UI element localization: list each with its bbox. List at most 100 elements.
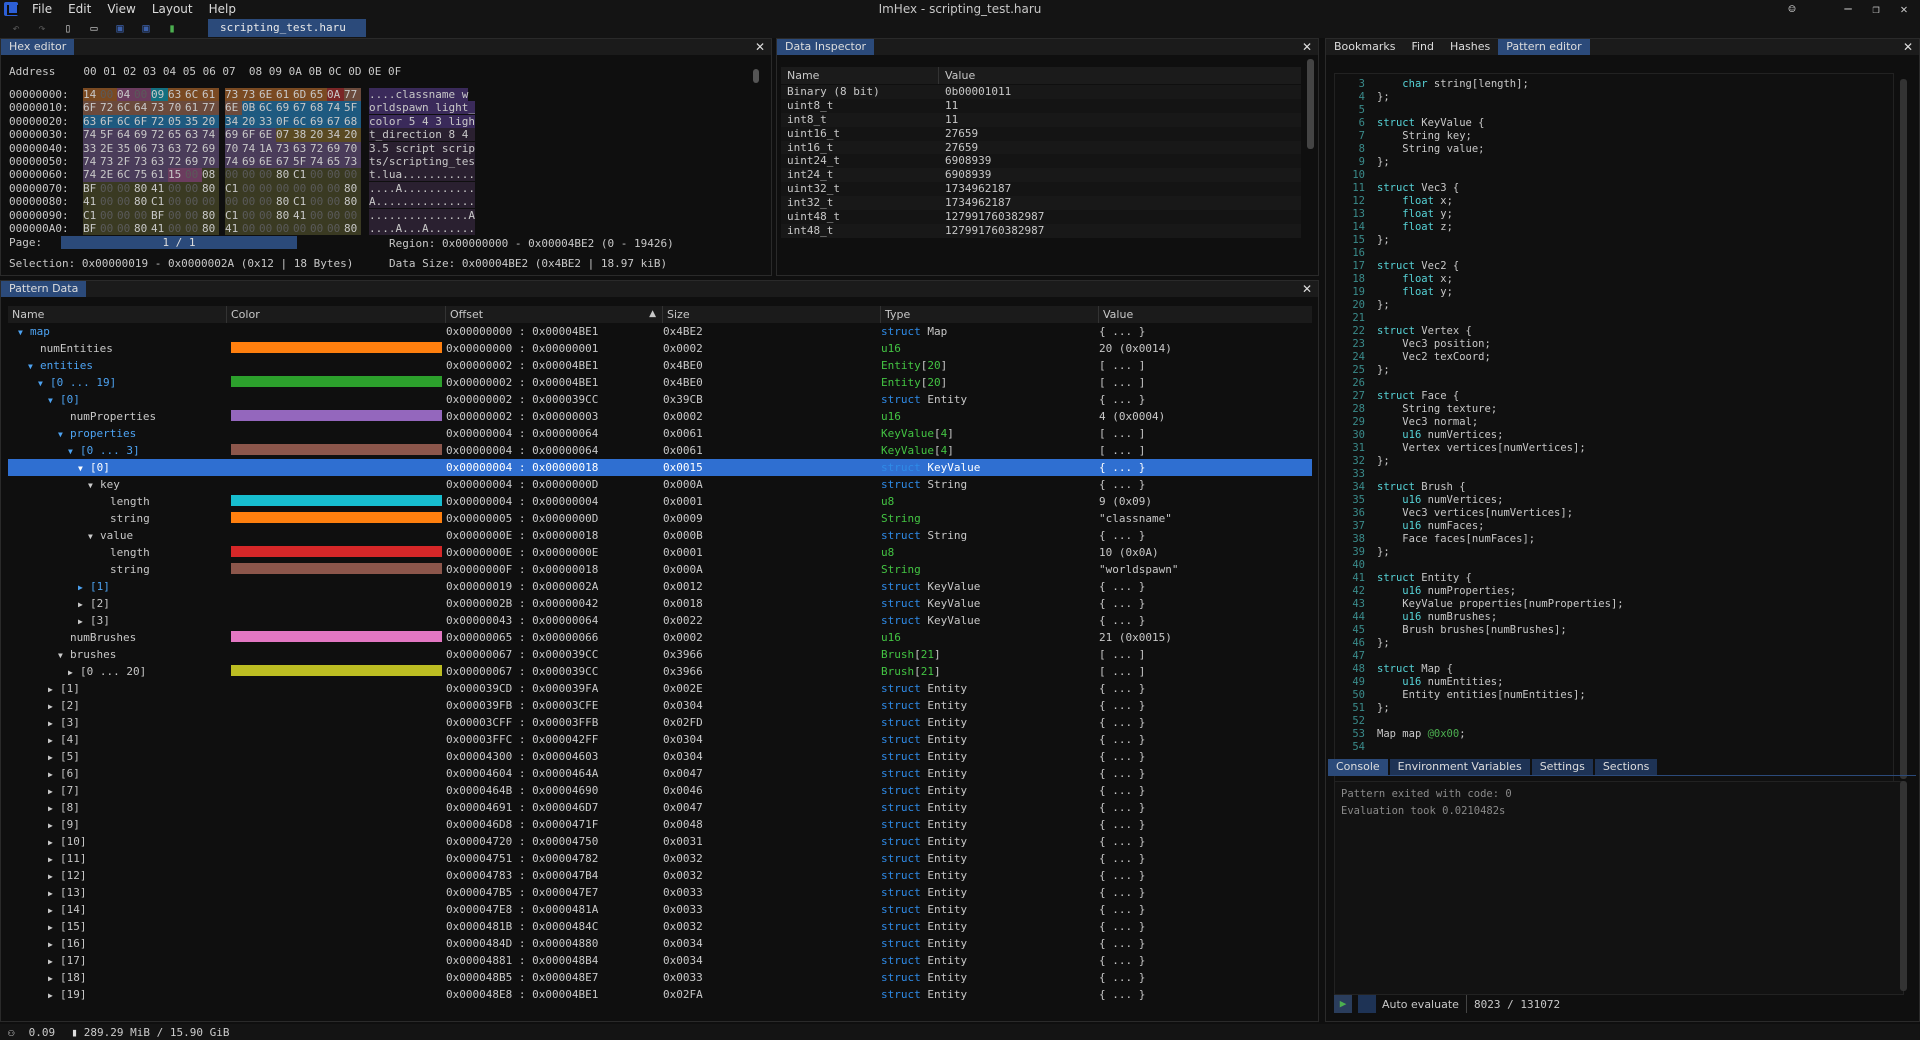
hex-row[interactable]: 00000000: 14 00 04 00 09 63 6C 61 73 73 6E 61 6D 65 0A 7… [9, 88, 475, 102]
hex-byte[interactable]: 41 [151, 181, 168, 196]
pattern-row[interactable]: ▶ [4] 0x00003FFC : 0x000042FF 0x0304 struct … [8, 731, 1312, 748]
tab-pattern-data[interactable]: Pattern Data [1, 281, 87, 297]
hex-byte[interactable]: 61 [276, 88, 293, 102]
tab-pattern-editor[interactable]: Pattern editor [1498, 39, 1590, 55]
hex-byte[interactable]: 80 [344, 221, 361, 236]
hex-byte[interactable]: 6F [100, 114, 117, 129]
chevron-right-icon[interactable]: ▶ [48, 970, 60, 986]
code-line[interactable]: 52 [1335, 715, 1893, 728]
column-offset[interactable]: Offset ▲ [446, 306, 663, 323]
hex-byte[interactable]: 00 [344, 168, 361, 182]
tab-find[interactable]: Find [1403, 39, 1442, 55]
hex-ascii[interactable]: color 5 4 3 ligh [369, 114, 475, 128]
inspector-row[interactable]: uint48_t 127991760382987 [781, 210, 1301, 224]
pattern-row[interactable]: ▼ [0] 0x00000002 : 0x000039CC 0x39CB struct … [8, 391, 1312, 408]
code-line[interactable]: 10 [1335, 169, 1893, 182]
hex-byte[interactable]: 69 [202, 141, 219, 155]
hex-byte[interactable]: 0B [242, 101, 259, 115]
hex-byte[interactable]: 77 [202, 101, 219, 115]
hex-byte[interactable]: 63 [168, 141, 185, 155]
pattern-row[interactable]: ▶ [14] 0x000047E8 : 0x0000481A 0x0033 struct… [8, 901, 1312, 918]
pattern-row[interactable]: ▼ map 0x00000000 : 0x00004BE1 0x4BE2 struct … [8, 323, 1312, 340]
inspector-row[interactable]: int48_t 127991760382987 [781, 223, 1301, 238]
hex-byte[interactable]: 5F [344, 101, 361, 115]
hex-byte[interactable]: 6C [117, 114, 134, 129]
hex-byte[interactable]: 73 [225, 88, 242, 102]
restore-button[interactable]: ❐ [1861, 0, 1891, 18]
code-line[interactable]: 40 [1335, 559, 1893, 572]
inspector-row[interactable]: uint8_t 11 [781, 98, 1301, 113]
code-line[interactable]: 48 struct Map { [1335, 663, 1893, 676]
code-line[interactable]: 28 String texture; [1335, 403, 1893, 416]
open-file-icon[interactable]: ▭ [86, 21, 102, 35]
smiley-icon[interactable]: ☺ [1777, 0, 1807, 18]
hex-row[interactable]: 00000050: 74 73 2F 73 63 72 69 70 74 69 6E 67 5F 74 65 7… [9, 154, 475, 169]
chevron-right-icon[interactable]: ▶ [68, 664, 80, 680]
hex-byte[interactable]: 5F [100, 128, 117, 142]
hex-byte[interactable]: 77 [344, 88, 361, 102]
hex-byte[interactable]: 00 [259, 195, 276, 209]
hex-byte[interactable]: 00 [185, 195, 202, 209]
hex-byte[interactable]: 80 [134, 195, 151, 209]
hex-byte[interactable]: 00 [117, 181, 134, 196]
chevron-right-icon[interactable]: ▶ [48, 885, 60, 901]
hex-byte[interactable]: 6F [83, 101, 100, 115]
hex-byte[interactable]: 67 [276, 154, 293, 169]
hex-byte[interactable]: 00 [185, 221, 202, 236]
hex-row[interactable]: 00000090: C1 00 00 00 BF 00 00 80 C1 00 00 80 41 00 00 0… [9, 208, 475, 222]
hex-byte[interactable]: 00 [100, 208, 117, 222]
hex-byte[interactable]: 00 [310, 181, 327, 196]
hex-byte[interactable]: 69 [242, 154, 259, 169]
hex-byte[interactable]: 80 [276, 208, 293, 222]
code-line[interactable]: 24 Vec2 texCoord; [1335, 351, 1893, 364]
inspector-row[interactable]: uint24_t 6908939 [781, 154, 1301, 169]
hex-byte[interactable]: 74 [83, 128, 100, 142]
hex-byte[interactable]: 00 [117, 208, 134, 222]
hex-byte[interactable]: 74 [310, 154, 327, 169]
hex-byte[interactable]: 00 [310, 221, 327, 236]
hex-byte[interactable]: 00 [168, 181, 185, 196]
column-name[interactable]: Name [8, 306, 227, 323]
pattern-row[interactable]: string 0x0000000F : 0x00000018 0x000A Strin… [8, 561, 1312, 578]
hex-byte[interactable]: 69 [225, 128, 242, 142]
inspector-row[interactable]: uint32_t 1734962187 [781, 182, 1301, 197]
tab-environment-variables[interactable]: Environment Variables [1389, 759, 1530, 775]
hex-byte[interactable]: 6F [242, 128, 259, 142]
code-line[interactable]: 16 [1335, 247, 1893, 260]
code-line[interactable]: 37 u16 numFaces; [1335, 520, 1893, 533]
hex-byte[interactable]: 00 [100, 221, 117, 236]
hex-byte[interactable]: 74 [242, 141, 259, 155]
pattern-row[interactable]: ▶ [19] 0x000048E8 : 0x00004BE1 0x02FA struct… [8, 986, 1312, 1003]
pattern-row[interactable]: ▼ key 0x00000004 : 0x0000000D 0x000A struct … [8, 476, 1312, 493]
pattern-row[interactable]: ▶ [2] 0x0000002B : 0x00000042 0x0018 struct … [8, 595, 1312, 612]
code-line[interactable]: 32}; [1335, 455, 1893, 468]
hex-byte[interactable]: 6C [259, 101, 276, 115]
hex-byte[interactable]: 00 [327, 195, 344, 209]
hex-byte[interactable]: 00 [134, 88, 151, 102]
hex-byte[interactable]: 00 [117, 195, 134, 209]
hex-byte[interactable]: 70 [168, 101, 185, 115]
hex-byte[interactable]: 00 [168, 221, 185, 236]
hex-byte[interactable]: 80 [276, 168, 293, 182]
hex-ascii[interactable]: A............... [369, 195, 475, 209]
bookmark-icon[interactable]: ▮ [164, 21, 180, 35]
hex-byte[interactable]: 69 [276, 101, 293, 115]
close-window-button[interactable]: ✕ [1889, 0, 1919, 18]
hex-byte[interactable]: 20 [344, 128, 361, 142]
code-line[interactable]: 29 Vec3 normal; [1335, 416, 1893, 429]
code-line[interactable]: 45 Brush brushes[numBrushes]; [1335, 624, 1893, 637]
hex-byte[interactable]: 61 [202, 88, 219, 102]
code-line[interactable]: 14 float z; [1335, 221, 1893, 234]
tab-settings[interactable]: Settings [1531, 759, 1593, 775]
pattern-row[interactable]: ▶ [15] 0x0000481B : 0x0000484C 0x0032 struct… [8, 918, 1312, 935]
hex-byte[interactable]: 0F [276, 114, 293, 129]
hex-byte[interactable]: 80 [202, 208, 219, 222]
code-line[interactable]: 22 struct Vertex { [1335, 325, 1893, 338]
hex-byte[interactable]: 5F [293, 154, 310, 169]
pattern-row[interactable]: ▼ entities 0x00000002 : 0x00004BE1 0x4BE0 En… [8, 357, 1312, 374]
hex-byte[interactable]: 00 [185, 181, 202, 196]
hex-byte[interactable]: 70 [225, 141, 242, 155]
hex-byte[interactable]: 00 [259, 208, 276, 222]
code-line[interactable]: 49 u16 numEntities; [1335, 676, 1893, 689]
hex-byte[interactable]: 68 [344, 114, 361, 129]
